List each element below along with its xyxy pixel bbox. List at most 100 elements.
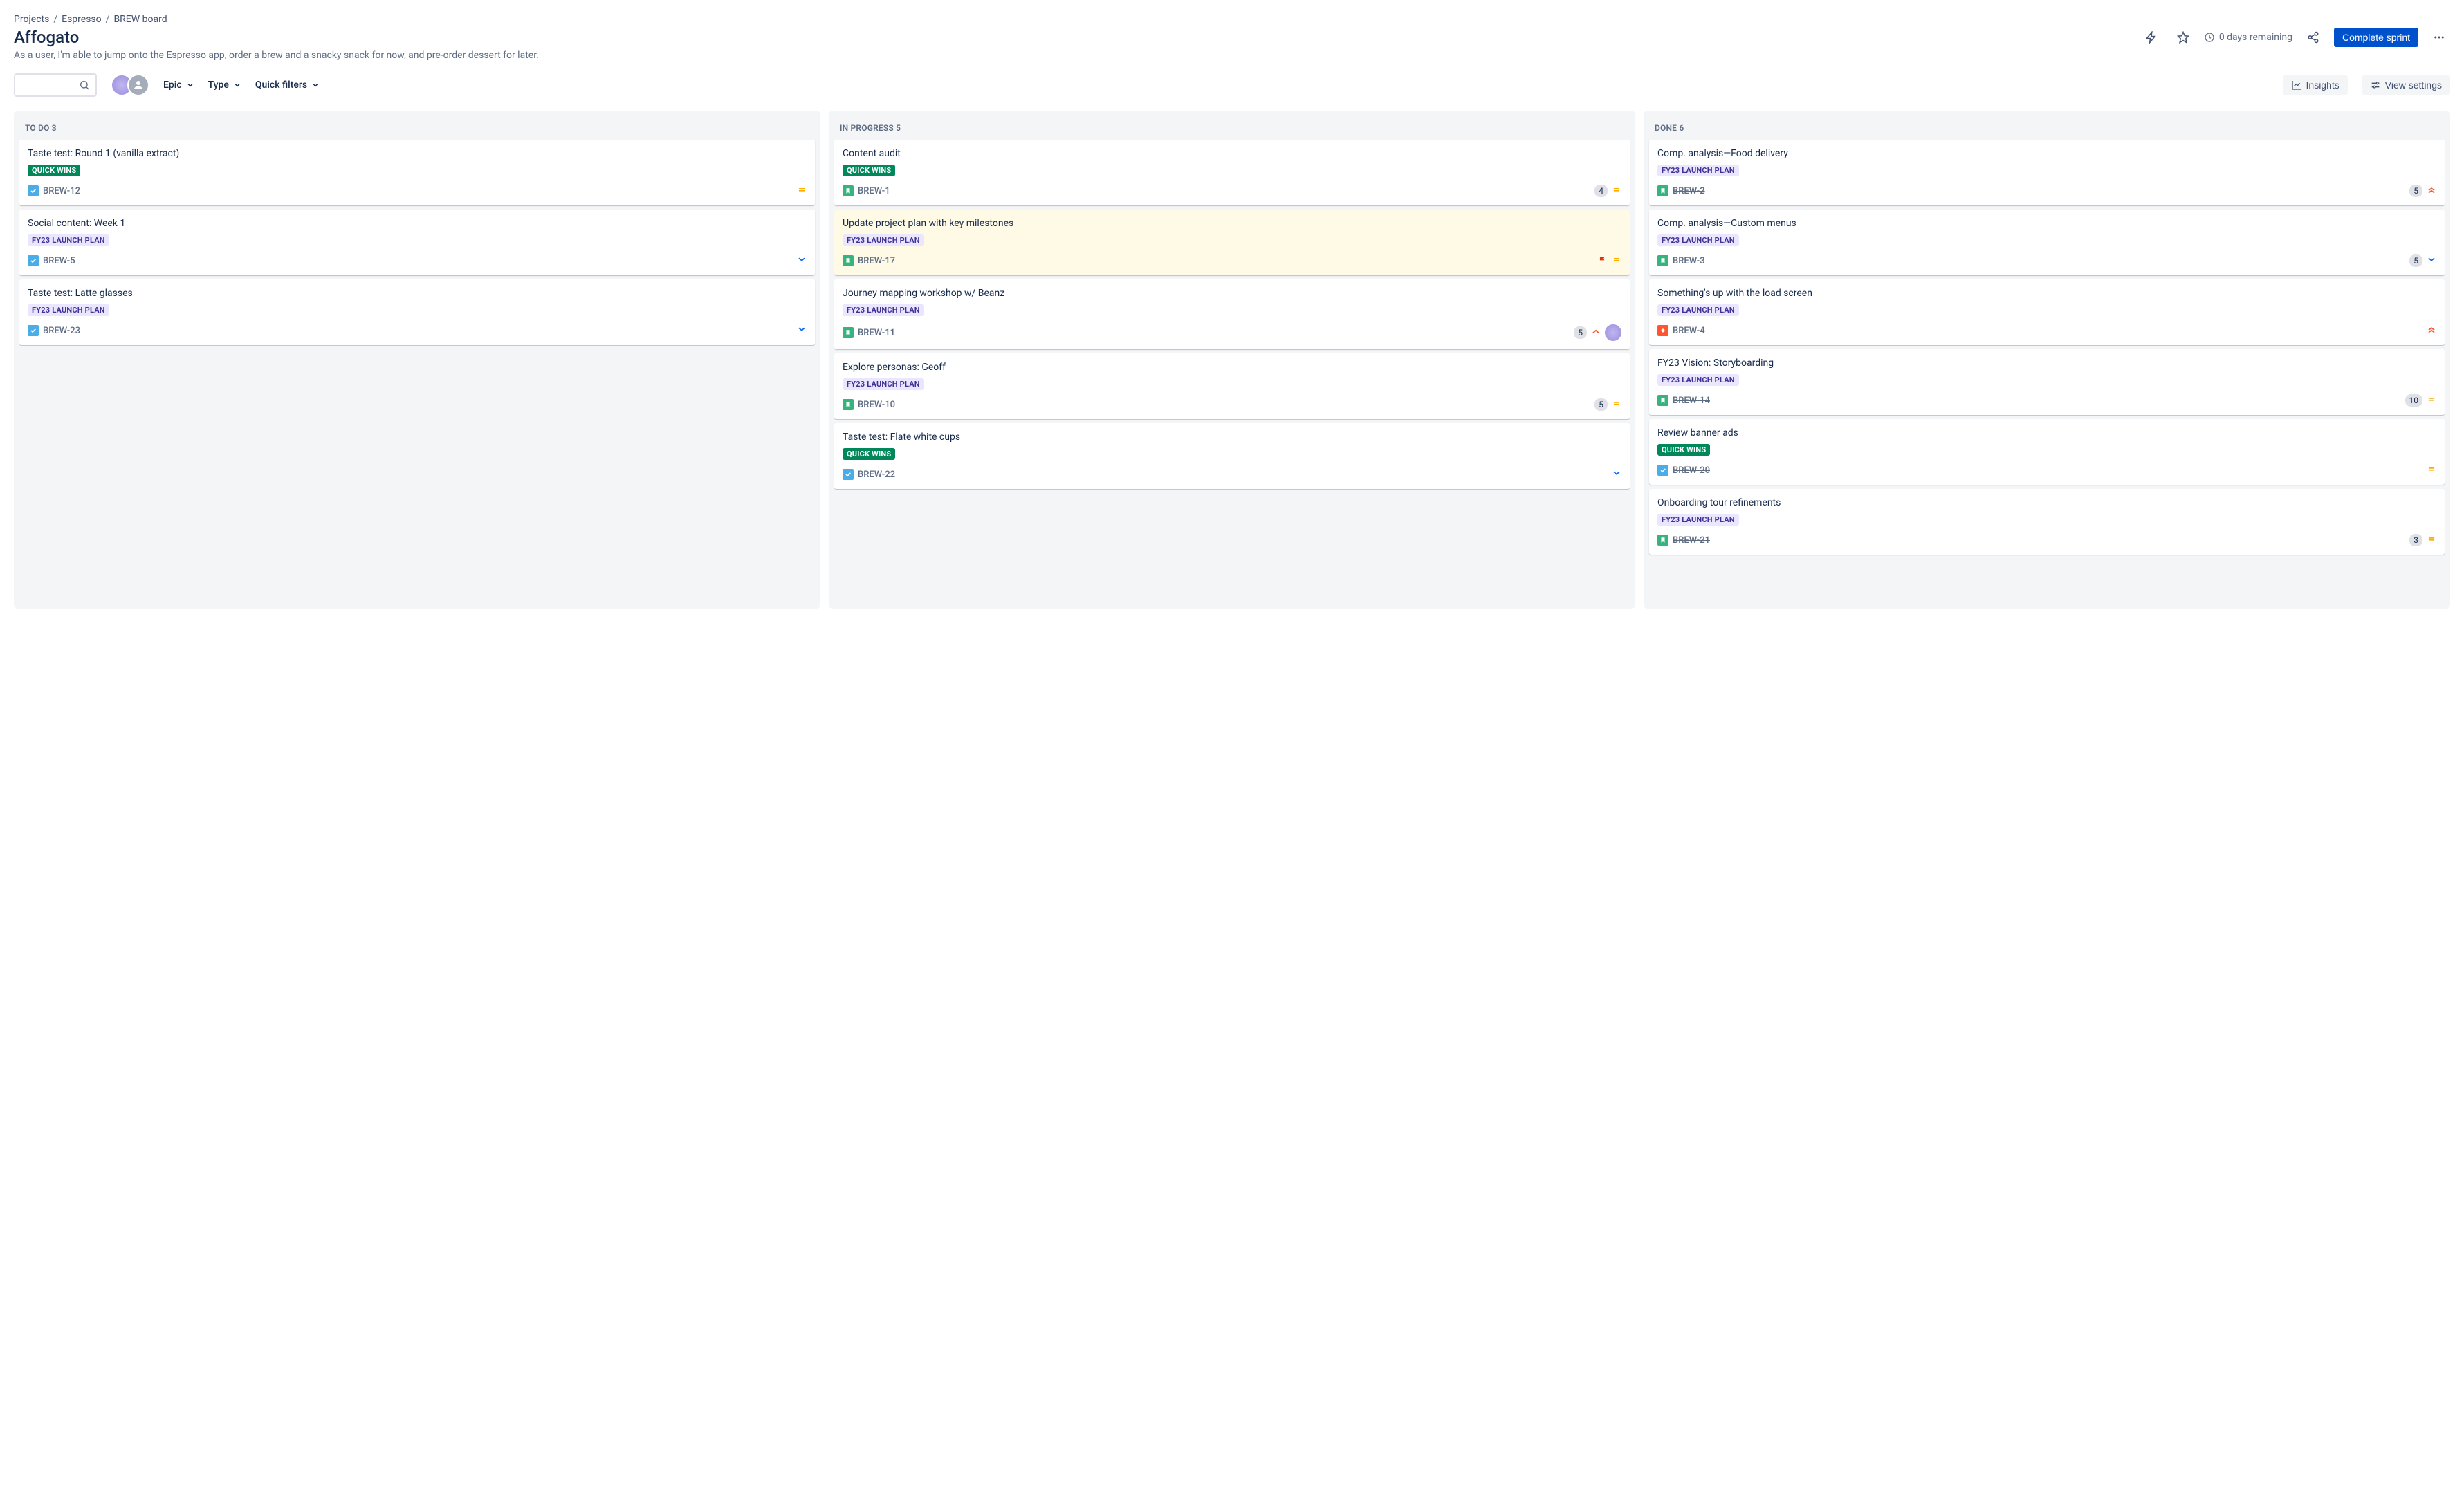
epic-label[interactable]: FY23 LAUNCH PLAN xyxy=(1657,234,1739,246)
breadcrumb-board[interactable]: BREW board xyxy=(113,14,167,25)
priority-highest-icon xyxy=(2427,185,2436,197)
priority-medium-icon xyxy=(2427,464,2436,476)
more-actions-button[interactable] xyxy=(2428,26,2450,48)
chevron-down-icon xyxy=(311,81,320,89)
star-button[interactable] xyxy=(2172,26,2194,48)
epic-label[interactable]: QUICK WINS xyxy=(28,165,80,176)
issue-key[interactable]: BREW-20 xyxy=(1673,465,1710,476)
issue-card[interactable]: Comp. analysis—Food delivery FY23 LAUNCH… xyxy=(1649,140,2445,205)
issue-card[interactable]: Explore personas: Geoff FY23 LAUNCH PLAN… xyxy=(834,353,1630,419)
story-type-icon xyxy=(843,399,854,410)
column-body: Taste test: Round 1 (vanilla extract) QU… xyxy=(19,140,815,345)
issue-key[interactable]: BREW-1 xyxy=(858,186,890,196)
column-done[interactable]: DONE 6 Comp. analysis—Food delivery FY23… xyxy=(1644,111,2450,609)
epic-label[interactable]: FY23 LAUNCH PLAN xyxy=(1657,514,1739,526)
task-type-icon xyxy=(28,325,39,336)
card-title: Onboarding tour refinements xyxy=(1657,497,2436,508)
issue-card[interactable]: Social content: Week 1 FY23 LAUNCH PLAN … xyxy=(19,210,815,275)
epic-label[interactable]: FY23 LAUNCH PLAN xyxy=(1657,374,1739,386)
issue-key[interactable]: BREW-22 xyxy=(858,470,895,480)
breadcrumb-projects[interactable]: Projects xyxy=(14,14,49,25)
insights-button[interactable]: Insights xyxy=(2283,75,2348,95)
epic-label[interactable]: QUICK WINS xyxy=(1657,444,1710,456)
breadcrumb: Projects / Espresso / BREW board xyxy=(14,14,2450,25)
task-type-icon xyxy=(1657,465,1668,476)
story-type-icon xyxy=(1657,185,1668,196)
sliders-icon xyxy=(2370,80,2381,91)
column-body: Comp. analysis—Food delivery FY23 LAUNCH… xyxy=(1649,140,2445,555)
issue-key[interactable]: BREW-21 xyxy=(1673,535,1710,546)
bolt-icon xyxy=(2145,31,2158,44)
story-type-icon xyxy=(1657,535,1668,546)
chart-icon xyxy=(2291,80,2302,91)
priority-medium-icon xyxy=(2427,394,2436,407)
priority-medium-icon xyxy=(797,185,807,197)
issue-card[interactable]: Comp. analysis—Custom menus FY23 LAUNCH … xyxy=(1649,210,2445,275)
epic-label[interactable]: FY23 LAUNCH PLAN xyxy=(843,378,924,390)
epic-label[interactable]: QUICK WINS xyxy=(843,165,895,176)
breadcrumb-sep: / xyxy=(106,14,110,25)
estimate-badge: 3 xyxy=(2409,534,2422,546)
story-type-icon xyxy=(843,327,854,338)
search-input[interactable] xyxy=(14,73,97,97)
epic-label[interactable]: FY23 LAUNCH PLAN xyxy=(28,234,109,246)
issue-key[interactable]: BREW-11 xyxy=(858,328,895,338)
issue-card[interactable]: Onboarding tour refinements FY23 LAUNCH … xyxy=(1649,489,2445,555)
quick-filters[interactable]: Quick filters xyxy=(255,80,320,91)
issue-key[interactable]: BREW-10 xyxy=(858,400,895,410)
column-inprogress[interactable]: IN PROGRESS 5 Content audit QUICK WINS B… xyxy=(829,111,1635,609)
card-title: FY23 Vision: Storyboarding xyxy=(1657,358,2436,369)
issue-key[interactable]: BREW-4 xyxy=(1673,326,1705,336)
issue-card[interactable]: Something's up with the load screen FY23… xyxy=(1649,279,2445,345)
issue-key[interactable]: BREW-23 xyxy=(43,326,80,336)
sprint-goal: As a user, I'm able to jump onto the Esp… xyxy=(14,50,2450,61)
automation-button[interactable] xyxy=(2140,26,2162,48)
issue-card[interactable]: Taste test: Flate white cups QUICK WINS … xyxy=(834,423,1630,489)
epic-label[interactable]: QUICK WINS xyxy=(843,448,895,460)
card-title: Taste test: Flate white cups xyxy=(843,432,1621,443)
epic-label[interactable]: FY23 LAUNCH PLAN xyxy=(843,304,924,316)
issue-card[interactable]: Taste test: Round 1 (vanilla extract) QU… xyxy=(19,140,815,205)
issue-key[interactable]: BREW-5 xyxy=(43,256,75,266)
column-header: DONE 6 xyxy=(1649,116,2445,140)
story-type-icon xyxy=(1657,395,1668,406)
issue-card[interactable]: FY23 Vision: Storyboarding FY23 LAUNCH P… xyxy=(1649,349,2445,415)
epic-label[interactable]: FY23 LAUNCH PLAN xyxy=(843,234,924,246)
type-filter[interactable]: Type xyxy=(208,80,241,91)
epic-label[interactable]: FY23 LAUNCH PLAN xyxy=(1657,165,1739,176)
epic-filter[interactable]: Epic xyxy=(163,80,194,91)
issue-key[interactable]: BREW-2 xyxy=(1673,186,1705,196)
issue-key[interactable]: BREW-3 xyxy=(1673,256,1705,266)
flag-icon xyxy=(1598,256,1608,266)
issue-key[interactable]: BREW-14 xyxy=(1673,396,1710,406)
epic-label[interactable]: FY23 LAUNCH PLAN xyxy=(1657,304,1739,316)
epic-label[interactable]: FY23 LAUNCH PLAN xyxy=(28,304,109,316)
issue-card[interactable]: Taste test: Latte glasses FY23 LAUNCH PL… xyxy=(19,279,815,345)
card-title: Comp. analysis—Custom menus xyxy=(1657,218,2436,229)
complete-sprint-button[interactable]: Complete sprint xyxy=(2334,28,2418,47)
ellipsis-icon xyxy=(2433,31,2445,44)
star-icon xyxy=(2177,31,2189,44)
assignee-avatar[interactable] xyxy=(1605,324,1621,341)
card-title: Update project plan with key milestones xyxy=(843,218,1621,229)
chevron-down-icon xyxy=(186,81,194,89)
issue-card[interactable]: Journey mapping workshop w/ Beanz FY23 L… xyxy=(834,279,1630,349)
card-title: Social content: Week 1 xyxy=(28,218,807,229)
story-type-icon xyxy=(843,185,854,196)
column-todo[interactable]: TO DO 3 Taste test: Round 1 (vanilla ext… xyxy=(14,111,820,609)
avatar-unassigned[interactable] xyxy=(127,74,149,96)
issue-card[interactable]: Update project plan with key milestones … xyxy=(834,210,1630,275)
issue-card[interactable]: Review banner ads QUICK WINS BREW-20 xyxy=(1649,419,2445,485)
view-settings-label: View settings xyxy=(2385,80,2442,91)
priority-low-icon xyxy=(2427,254,2436,267)
epic-filter-label: Epic xyxy=(163,80,182,91)
share-button[interactable] xyxy=(2302,26,2324,48)
breadcrumb-project[interactable]: Espresso xyxy=(62,14,102,25)
assignee-avatars[interactable] xyxy=(111,74,149,96)
story-type-icon xyxy=(1657,255,1668,266)
view-settings-button[interactable]: View settings xyxy=(2362,75,2450,95)
issue-key[interactable]: BREW-17 xyxy=(858,256,895,266)
issue-key[interactable]: BREW-12 xyxy=(43,186,80,196)
estimate-badge: 5 xyxy=(1594,398,1608,411)
issue-card[interactable]: Content audit QUICK WINS BREW-1 4 xyxy=(834,140,1630,205)
